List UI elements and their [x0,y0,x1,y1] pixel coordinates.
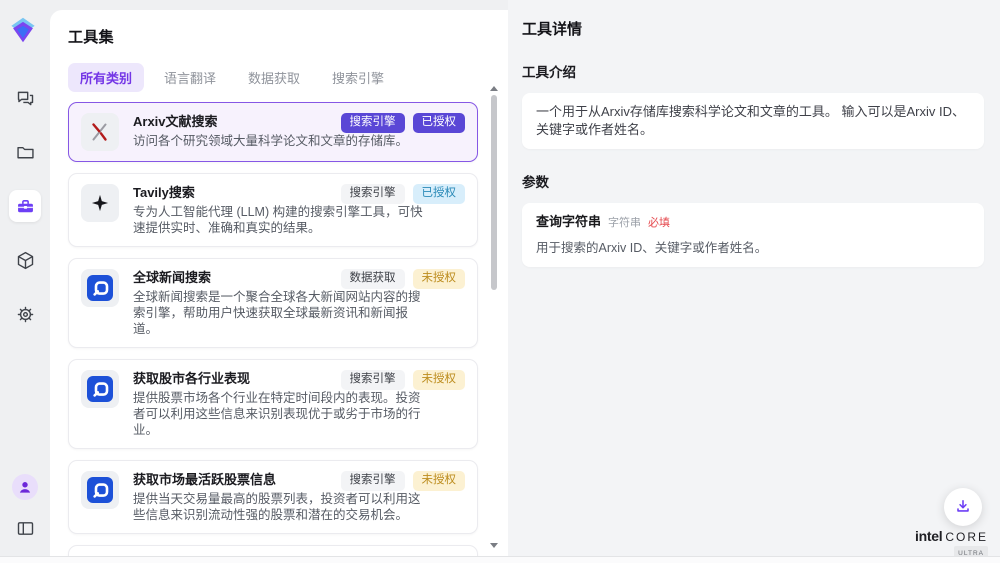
category-badge: 数据获取 [341,269,405,289]
tab-search-engine[interactable]: 搜索引擎 [320,63,396,92]
package-icon[interactable] [9,244,41,276]
category-badge: 搜索引擎 [341,184,405,204]
blue-search-logo-icon [81,471,119,509]
param-name: 查询字符串 [536,213,601,231]
blue-search-logo-icon [81,269,119,307]
auth-status-badge: 未授权 [413,471,466,491]
params-heading: 参数 [522,171,984,191]
core-wordmark: CORE [945,530,988,544]
download-icon [953,497,973,517]
param-card: 查询字符串 字符串 必填 用于搜索的Arxiv ID、关键字或作者姓名。 [522,203,984,267]
folder-icon[interactable] [9,136,41,168]
tool-description: 访问各个研究领域大量科学论文和文章的存储库。 [133,133,427,149]
intel-wordmark: intel [915,528,942,544]
auth-status-badge: 已授权 [413,184,466,204]
tool-description: 专为人工智能代理 (LLM) 构建的搜索引擎工具，可快速提供实时、准确和真实的结… [133,204,427,236]
rail-nav [0,82,50,330]
detail-title: 工具详情 [522,18,984,39]
chat-icon[interactable] [9,82,41,114]
tools-panel: 工具集 所有类别 语言翻译 数据获取 搜索引擎 Arxiv文献搜索 访问 [50,10,508,556]
tool-list: Arxiv文献搜索 访问各个研究领域大量科学论文和文章的存储库。 搜索引擎 已授… [68,102,478,563]
tool-card-global-news[interactable]: 全球新闻搜索 全球新闻搜索是一个聚合全球各大新闻网站内容的搜索引擎，帮助用户快速… [68,258,478,348]
settings-gear-icon[interactable] [9,298,41,330]
tool-card-arxiv[interactable]: Arxiv文献搜索 访问各个研究领域大量科学论文和文章的存储库。 搜索引擎 已授… [68,102,478,162]
param-required-badge: 必填 [648,214,670,232]
user-avatar-icon[interactable] [12,474,38,500]
category-badge: 搜索引擎 [341,471,405,491]
category-tabs: 所有类别 语言翻译 数据获取 搜索引擎 [68,63,508,92]
tool-card-sector-performance[interactable]: 获取股市各行业表现 提供股票市场各个行业在特定时间段内的表现。投资者可以利用这些… [68,359,478,449]
intro-box: 一个用于从Arxiv存储库搜索科学论文和文章的工具。 输入可以是Arxiv ID… [522,93,984,149]
window-bottom-strip [0,556,1000,563]
tool-card-active-stocks[interactable]: 获取市场最活跃股票信息 提供当天交易量最高的股票列表，投资者可以利用这些信息来识… [68,460,478,534]
category-badge: 搜索引擎 [341,113,405,133]
app-window: 工具集 所有类别 语言翻译 数据获取 搜索引擎 Arxiv文献搜索 访问 [0,0,1000,563]
param-type: 字符串 [608,214,641,232]
scrollbar-thumb[interactable] [491,95,497,290]
auth-status-badge: 未授权 [413,269,466,289]
auth-status-badge: 未授权 [413,370,466,390]
left-rail [0,0,50,556]
arxiv-logo-icon [81,113,119,151]
tool-card-tavily[interactable]: Tavily搜索 专为人工智能代理 (LLM) 构建的搜索引擎工具，可快速提供实… [68,173,478,247]
page-title: 工具集 [68,26,508,47]
category-badge: 搜索引擎 [341,370,405,390]
rail-bottom [0,474,50,544]
tab-all-categories[interactable]: 所有类别 [68,63,144,92]
tab-data-acquisition[interactable]: 数据获取 [236,63,312,92]
download-button[interactable] [944,488,982,526]
app-logo-icon [9,16,37,44]
tool-description: 全球新闻搜索是一个聚合全球各大新闻网站内容的搜索引擎，帮助用户快速获取全球最新资… [133,289,427,337]
intro-heading: 工具介绍 [522,61,984,81]
param-description: 用于搜索的Arxiv ID、关键字或作者姓名。 [536,239,970,257]
scroll-up-arrow-icon[interactable] [490,86,498,91]
tab-language-translation[interactable]: 语言翻译 [152,63,228,92]
auth-status-badge: 已授权 [413,113,466,133]
tool-description: 提供当天交易量最高的股票列表，投资者可以利用这些信息来识别流动性强的股票和潜在的… [133,491,427,523]
panel-toggle-icon[interactable] [9,512,41,544]
intro-text: 一个用于从Arxiv存储库搜索科学论文和文章的工具。 输入可以是Arxiv ID… [536,104,965,137]
tavily-star-icon [81,184,119,222]
toolbox-icon[interactable] [9,190,41,222]
scroll-down-arrow-icon[interactable] [490,543,498,548]
blue-search-logo-icon [81,370,119,408]
tool-description: 提供股票市场各个行业在特定时间段内的表现。投资者可以利用这些信息来识别表现优于或… [133,390,427,438]
tool-list-scrollbar[interactable] [490,86,498,548]
tool-detail-panel: 工具详情 工具介绍 一个用于从Arxiv存储库搜索科学论文和文章的工具。 输入可… [508,0,1000,556]
